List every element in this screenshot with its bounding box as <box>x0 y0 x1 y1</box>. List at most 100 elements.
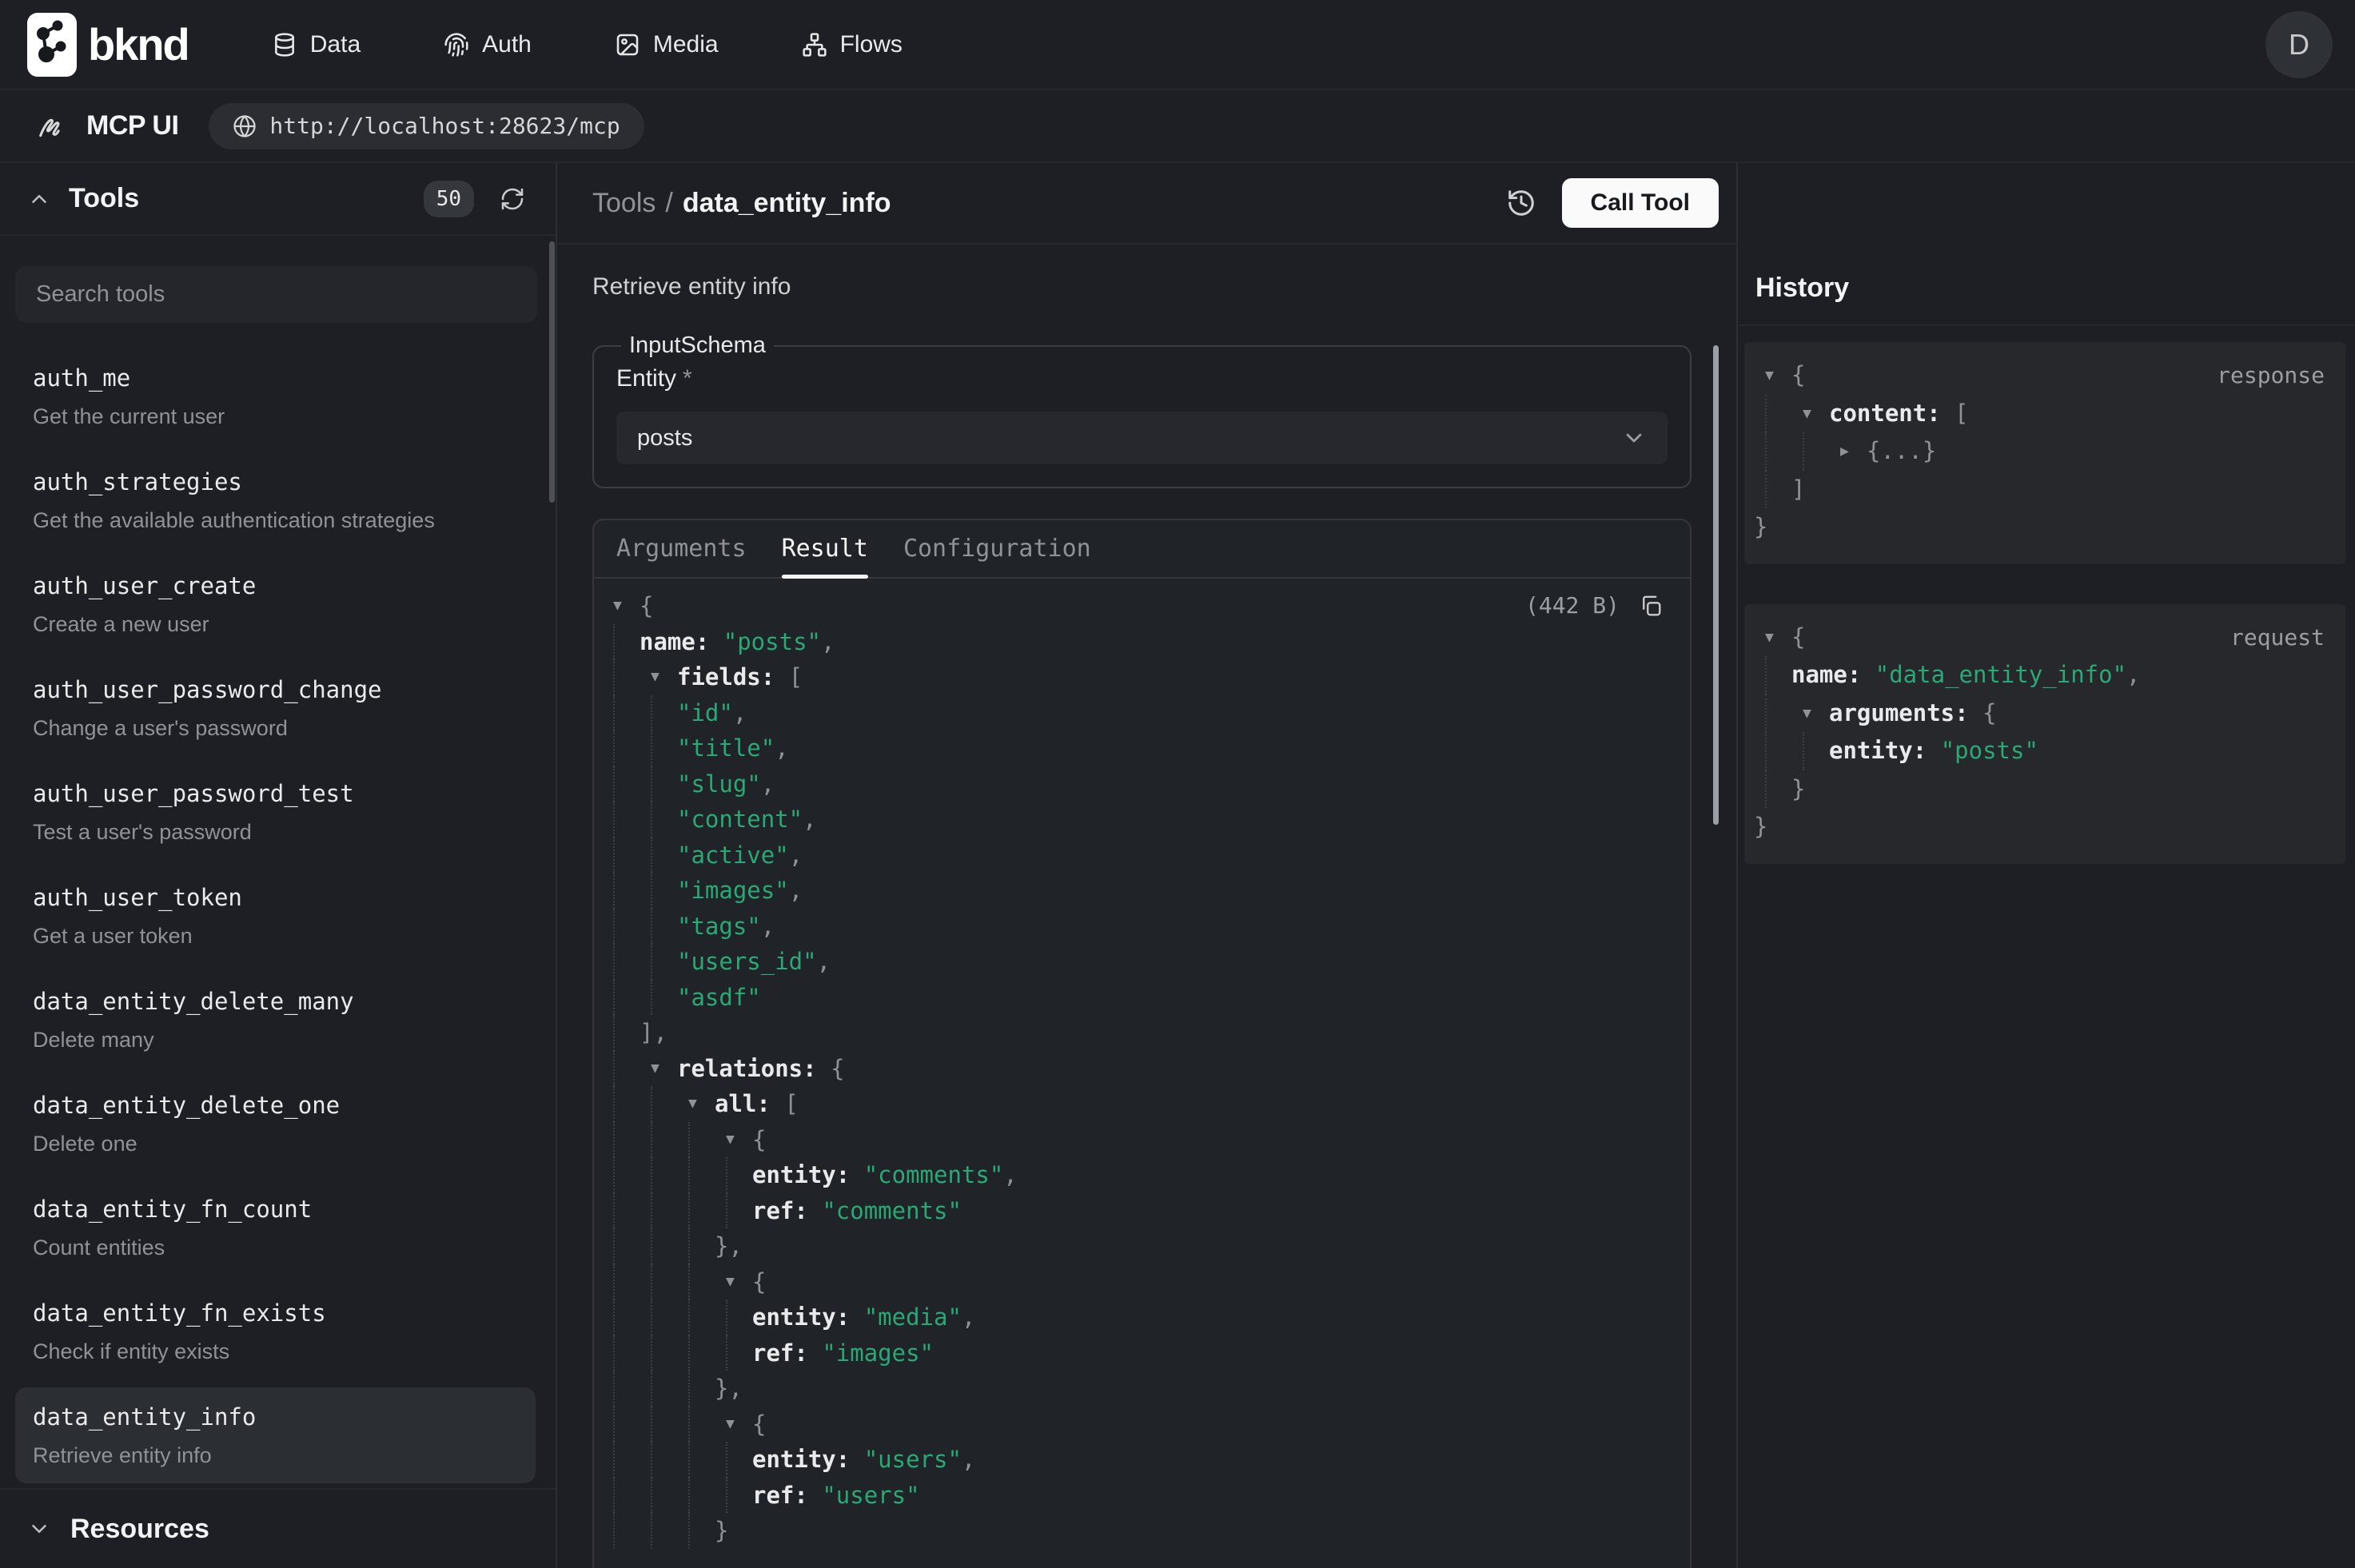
json-line: ▼content: [ <box>1754 395 2325 433</box>
tools-count-badge: 50 <box>424 181 474 217</box>
indent-guide <box>613 1228 640 1264</box>
json-line: ▼relations: { <box>602 1051 1663 1087</box>
collapse-toggle-icon[interactable]: ▼ <box>726 1407 752 1443</box>
tab-configuration[interactable]: Configuration <box>903 520 1091 577</box>
collapse-toggle-icon[interactable]: ▼ <box>1803 694 1829 733</box>
call-tool-button[interactable]: Call Tool <box>1562 178 1719 228</box>
nav-item-data[interactable]: Data <box>272 31 361 58</box>
collapse-toggle-icon[interactable]: ▼ <box>726 1122 752 1158</box>
sidebar-item-auth_me[interactable]: auth_meGet the current user <box>15 348 536 444</box>
json-punct: , <box>803 802 816 838</box>
indent-guide <box>651 873 677 909</box>
json-punct: ] <box>1791 471 1805 509</box>
tool-description: Create a new user <box>33 611 518 638</box>
collapse-toggle-icon[interactable]: ▼ <box>651 1051 677 1087</box>
tool-description: Change a user's password <box>33 714 518 742</box>
main-scrollbar[interactable] <box>1713 345 1719 825</box>
json-line: } <box>1754 808 2325 846</box>
main-layout: Tools 50 auth_meGet the current userauth… <box>0 163 2355 1568</box>
sidebar-item-auth_user_password_test[interactable]: auth_user_password_testTest a user's pas… <box>15 764 536 860</box>
json-line: entity: "media", <box>602 1299 1663 1335</box>
search-input[interactable] <box>15 266 537 323</box>
breadcrumb-section[interactable]: Tools <box>592 188 655 219</box>
tool-name: data_entity_fn_count <box>33 1194 518 1224</box>
sidebar-item-data_entity_fn_count[interactable]: data_entity_fn_countCount entities <box>15 1180 536 1275</box>
json-line: ▼{response <box>1754 356 2325 395</box>
json-line: ▼all: [ <box>602 1086 1663 1122</box>
json-punct: , <box>821 624 835 660</box>
json-key: entity: <box>752 1299 864 1335</box>
collapse-toggle-icon[interactable]: ▼ <box>1765 356 1791 395</box>
json-line: ▼{(442 B) <box>602 588 1663 624</box>
json-punct: [ <box>784 1086 798 1122</box>
tab-arguments[interactable]: Arguments <box>616 520 747 577</box>
nav-item-flows[interactable]: Flows <box>802 31 903 58</box>
copy-icon[interactable] <box>1639 594 1663 618</box>
tab-result[interactable]: Result <box>782 520 868 577</box>
indent-guide <box>651 695 677 731</box>
collapse-toggle-icon[interactable]: ▼ <box>651 659 677 695</box>
json-punct: , <box>962 1442 975 1478</box>
entity-select[interactable]: posts <box>616 412 1668 464</box>
nav-item-auth[interactable]: Auth <box>444 31 532 58</box>
json-punct: { <box>752 1407 766 1443</box>
json-line: "active", <box>602 838 1663 874</box>
indent-guide <box>651 1122 677 1158</box>
refresh-icon[interactable] <box>492 178 533 220</box>
indent-guide <box>651 802 677 838</box>
json-string: "images" <box>822 1335 934 1371</box>
indent-guide <box>613 1051 640 1087</box>
collapse-toggle-icon[interactable]: ▼ <box>1803 395 1829 433</box>
indent-guide <box>651 1299 677 1335</box>
sidebar-item-auth_strategies[interactable]: auth_strategiesGet the available authent… <box>15 452 536 548</box>
tool-description: Retrieve entity info <box>33 1442 518 1469</box>
json-line: "slug", <box>602 766 1663 802</box>
history-entry-request[interactable]: ▼{requestname: "data_entity_info",▼argum… <box>1744 604 2345 864</box>
indent-guide <box>688 1122 715 1158</box>
json-key: arguments: <box>1829 694 1982 733</box>
indent-guide <box>651 944 677 980</box>
collapse-toggle-icon[interactable]: ▼ <box>726 1264 752 1300</box>
mcp-title: MCP UI <box>86 110 178 141</box>
json-punct: { <box>752 1122 766 1158</box>
chevron-up-icon[interactable] <box>27 187 51 211</box>
collapse-toggle-icon[interactable]: ▼ <box>613 588 640 624</box>
json-punct: } <box>715 1513 728 1549</box>
tool-name: auth_user_password_test <box>33 778 518 809</box>
mcp-url-pill[interactable]: http://localhost:28623/mcp <box>209 103 644 149</box>
json-string: "media" <box>864 1299 962 1335</box>
nav-item-media[interactable]: Media <box>615 31 719 58</box>
sidebar-item-auth_user_password_change[interactable]: auth_user_password_changeChange a user's… <box>15 660 536 756</box>
globe-icon <box>233 114 257 138</box>
json-punct: , <box>817 944 831 980</box>
resources-section[interactable]: Resources <box>0 1488 556 1568</box>
history-icon[interactable] <box>1498 180 1544 226</box>
chevron-down-icon <box>27 1517 51 1541</box>
bknd-logo[interactable]: bknd <box>27 13 189 77</box>
json-punct: , <box>733 695 747 731</box>
tool-description: Delete one <box>33 1130 518 1157</box>
json-string: "comments" <box>864 1157 1004 1193</box>
tools-section-title: Tools <box>69 183 139 214</box>
indent-guide <box>688 1335 715 1371</box>
collapse-toggle-icon[interactable]: ▼ <box>1765 619 1791 657</box>
history-entry-response[interactable]: ▼{response▼content: [▶{...}]} <box>1744 342 2345 564</box>
sidebar-item-auth_user_token[interactable]: auth_user_tokenGet a user token <box>15 868 536 964</box>
indent-guide <box>613 909 640 945</box>
sidebar-scrollbar[interactable] <box>549 241 555 503</box>
sidebar-item-data_entity_delete_one[interactable]: data_entity_delete_oneDelete one <box>15 1076 536 1172</box>
sidebar-item-data_entity_fn_exists[interactable]: data_entity_fn_existsCheck if entity exi… <box>15 1283 536 1379</box>
tools-sidebar: Tools 50 auth_meGet the current userauth… <box>0 163 557 1568</box>
json-line: "asdf" <box>602 980 1663 1016</box>
tool-detail-header: Tools / data_entity_info Call Tool <box>557 163 1736 245</box>
json-line: "tags", <box>602 909 1663 945</box>
user-avatar[interactable]: D <box>2265 11 2333 78</box>
mcp-url: http://localhost:28623/mcp <box>269 113 620 139</box>
sidebar-item-data_entity_info[interactable]: data_entity_infoRetrieve entity info <box>15 1387 536 1483</box>
json-punct: { <box>831 1051 844 1087</box>
collapse-toggle-icon[interactable]: ▼ <box>688 1086 715 1122</box>
indent-guide <box>613 944 640 980</box>
expand-toggle-icon[interactable]: ▶ <box>1840 432 1867 471</box>
sidebar-item-data_entity_delete_many[interactable]: data_entity_delete_manyDelete many <box>15 972 536 1068</box>
sidebar-item-auth_user_create[interactable]: auth_user_createCreate a new user <box>15 556 536 652</box>
